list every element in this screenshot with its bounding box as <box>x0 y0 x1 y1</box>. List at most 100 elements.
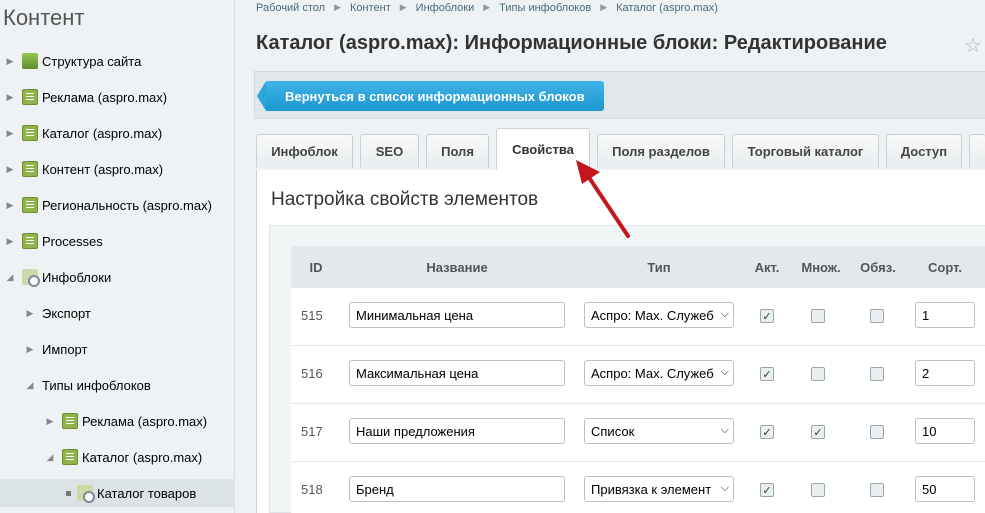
sidebar-item-infoblock-types[interactable]: ◢ Типы инфоблоков <box>0 371 235 399</box>
property-type-value: Список <box>591 423 635 439</box>
required-checkbox[interactable] <box>870 309 884 323</box>
chevron-down-icon: ⌵ <box>720 482 729 494</box>
expand-arrow-icon[interactable]: ▶ <box>4 199 16 211</box>
expand-arrow-icon[interactable]: ▶ <box>4 127 16 139</box>
sidebar-item-type-catalog[interactable]: ◢ Каталог (aspro.max) <box>0 443 235 471</box>
sidebar-item-regionality[interactable]: ▶ Региональность (aspro.max) <box>0 191 235 219</box>
tab-seo[interactable]: SEO <box>360 134 419 168</box>
sort-input[interactable] <box>915 302 975 328</box>
expand-arrow-icon[interactable]: ▶ <box>4 235 16 247</box>
sidebar-item-label: Типы инфоблоков <box>42 377 151 393</box>
table-row: 518 Привязка к элемент ⌵ ✓ <box>291 462 985 513</box>
sidebar-item-label: Контент (aspro.max) <box>42 161 164 177</box>
tab-properties[interactable]: Свойства <box>496 128 590 170</box>
column-header-name: Название <box>426 259 488 275</box>
tab-section-fields[interactable]: Поля разделов <box>597 134 725 168</box>
expand-arrow-icon[interactable]: ▶ <box>4 91 16 103</box>
chevron-right-icon: ▶ <box>600 2 608 12</box>
favorite-star-icon[interactable]: ☆ <box>964 33 982 58</box>
infoblock-icon <box>22 125 38 141</box>
table-row: 515 Аспро: Мах. Служеб ⌵ ✓ <box>291 288 985 346</box>
sidebar-item-type-ads[interactable]: ▶ Реклама (aspro.max) <box>0 407 235 435</box>
sidebar-item-product-catalog[interactable]: Каталог товаров <box>0 479 235 507</box>
property-type-value: Аспро: Мах. Служеб <box>591 365 714 381</box>
page-title: Каталог (aspro.max): Информационные блок… <box>256 32 887 54</box>
collapse-arrow-icon[interactable]: ◢ <box>44 451 56 463</box>
sidebar-item-export[interactable]: ▶ Экспорт <box>0 299 235 327</box>
sidebar-item-label: Processes <box>42 233 103 249</box>
main-area: Рабочий стол ▶ Контент ▶ Инфоблоки ▶ Тип… <box>236 0 985 513</box>
sidebar-item-label: Региональность (aspro.max) <box>42 197 212 213</box>
breadcrumb: Рабочий стол ▶ Контент ▶ Инфоблоки ▶ Тип… <box>256 2 718 14</box>
tab-fields[interactable]: Поля <box>426 134 489 168</box>
property-name-input[interactable] <box>349 476 565 502</box>
expand-arrow-icon[interactable]: ▶ <box>24 343 36 355</box>
tab-access[interactable]: Доступ <box>886 134 962 168</box>
sidebar-item-processes[interactable]: ▶ Processes <box>0 227 235 255</box>
breadcrumb-link[interactable]: Каталог (aspro.max) <box>616 2 718 14</box>
breadcrumb-link[interactable]: Рабочий стол <box>256 2 325 14</box>
property-id: 517 <box>301 424 323 439</box>
properties-table-container: ID Название Тип Акт. Множ. Обяз. Сорт. 5… <box>269 225 985 513</box>
property-type-select[interactable]: Аспро: Мах. Служеб ⌵ <box>584 302 734 328</box>
required-checkbox[interactable] <box>870 367 884 381</box>
breadcrumb-link[interactable]: Типы инфоблоков <box>499 2 591 14</box>
breadcrumb-link[interactable]: Инфоблоки <box>416 2 475 14</box>
expand-arrow-icon[interactable]: ▶ <box>24 307 36 319</box>
multiple-checkbox[interactable] <box>811 367 825 381</box>
chevron-right-icon: ▶ <box>399 2 407 12</box>
active-checkbox[interactable]: ✓ <box>760 483 774 497</box>
sidebar-item-ads[interactable]: ▶ Реклама (aspro.max) <box>0 83 235 111</box>
column-header-id: ID <box>309 259 323 275</box>
sidebar-item-label: Каталог (aspro.max) <box>82 449 203 465</box>
sidebar-item-label: Реклама (aspro.max) <box>42 89 168 105</box>
sidebar-item-infoblocks[interactable]: ◢ Инфоблоки <box>0 263 235 291</box>
chevron-down-icon: ⌵ <box>720 308 729 320</box>
sort-input[interactable] <box>915 476 975 502</box>
sort-input[interactable] <box>915 418 975 444</box>
chevron-down-icon: ⌵ <box>720 366 729 378</box>
sidebar-item-content[interactable]: ▶ Контент (aspro.max) <box>0 155 235 183</box>
collapse-arrow-icon[interactable]: ◢ <box>4 271 16 283</box>
collapse-arrow-icon[interactable]: ◢ <box>24 379 36 391</box>
bullet-icon <box>66 490 71 496</box>
tab-infoblock[interactable]: Инфоблок <box>256 134 353 168</box>
sidebar-item-catalog[interactable]: ▶ Каталог (aspro.max) <box>0 119 235 147</box>
tab-more[interactable] <box>969 134 985 168</box>
infoblock-icon <box>22 161 38 177</box>
chevron-right-icon: ▶ <box>334 2 341 12</box>
property-type-select[interactable]: Привязка к элемент ⌵ <box>584 476 734 502</box>
property-type-select[interactable]: Аспро: Мах. Служеб ⌵ <box>584 360 734 386</box>
infoblock-icon <box>22 233 38 249</box>
sidebar-item-site-structure[interactable]: ▶ Структура сайта <box>0 47 235 75</box>
back-to-list-button[interactable]: Вернуться в список информационных блоков <box>257 81 604 111</box>
tab-trade-catalog[interactable]: Торговый каталог <box>732 134 879 168</box>
sidebar-item-label: Каталог (aspro.max) <box>42 125 163 141</box>
multiple-checkbox[interactable]: ✓ <box>811 425 825 439</box>
property-name-input[interactable] <box>349 360 565 386</box>
property-name-input[interactable] <box>349 302 565 328</box>
multiple-checkbox[interactable] <box>811 309 825 323</box>
property-type-value: Привязка к элемент <box>591 481 712 497</box>
column-header-multiple: Множ. <box>801 259 841 275</box>
infoblock-icon <box>22 89 38 105</box>
table-header: ID Название Тип Акт. Множ. Обяз. Сорт. <box>291 246 985 288</box>
sidebar-item-import[interactable]: ▶ Импорт <box>0 335 235 363</box>
breadcrumb-link[interactable]: Контент <box>350 2 391 14</box>
property-id: 515 <box>301 308 323 323</box>
expand-arrow-icon[interactable]: ▶ <box>4 163 16 175</box>
column-header-required: Обяз. <box>860 259 896 275</box>
active-checkbox[interactable]: ✓ <box>760 367 774 381</box>
expand-arrow-icon[interactable]: ▶ <box>44 415 56 427</box>
multiple-checkbox[interactable] <box>811 483 825 497</box>
property-name-input[interactable] <box>349 418 565 444</box>
required-checkbox[interactable] <box>870 483 884 497</box>
property-id: 518 <box>301 482 323 497</box>
active-checkbox[interactable]: ✓ <box>760 425 774 439</box>
property-type-select[interactable]: Список ⌵ <box>584 418 734 444</box>
infoblock-icon <box>62 413 78 429</box>
expand-arrow-icon[interactable]: ▶ <box>4 55 16 67</box>
required-checkbox[interactable] <box>870 425 884 439</box>
active-checkbox[interactable]: ✓ <box>760 309 774 323</box>
sort-input[interactable] <box>915 360 975 386</box>
